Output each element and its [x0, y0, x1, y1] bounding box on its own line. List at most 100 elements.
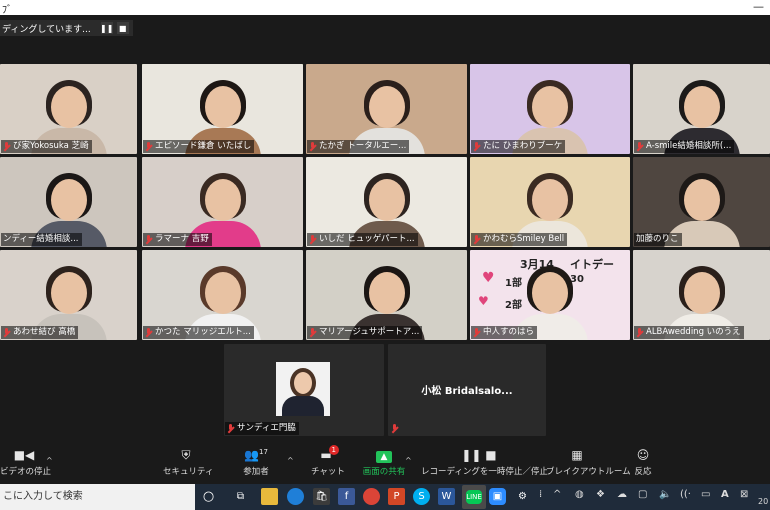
- participant-name: あわせ結び 高橋: [1, 326, 79, 339]
- participant-tile[interactable]: 加藤のりこ: [633, 157, 770, 247]
- edge-browser-icon[interactable]: [287, 488, 304, 505]
- skype-icon[interactable]: S: [413, 488, 430, 505]
- task-view-icon[interactable]: ⧉: [232, 488, 249, 505]
- muted-mic-icon: [3, 328, 10, 337]
- participant-name: 中人すのはら: [471, 326, 538, 339]
- muted-mic-icon: [636, 328, 643, 337]
- muted-mic-icon: [636, 142, 643, 151]
- tray-app-icon[interactable]: ◍: [575, 489, 584, 500]
- video-options-caret[interactable]: ^: [46, 456, 53, 465]
- participant-tile[interactable]: A-smile結婚相談所(...: [633, 64, 770, 154]
- participant-tile[interactable]: たかぎ トータルエー...: [306, 64, 467, 154]
- muted-mic-icon: [145, 328, 152, 337]
- ime-mode-icon[interactable]: A: [721, 489, 729, 500]
- participant-tile[interactable]: あわせ結び 高橋: [0, 250, 137, 340]
- participant-tile-kadowaki[interactable]: サンディエ門脇: [224, 344, 384, 436]
- participant-name: マリアージュサポートア...: [307, 326, 423, 339]
- participant-tile[interactable]: マリアージュサポートア...: [306, 250, 467, 340]
- participants-options-caret[interactable]: ^: [287, 456, 294, 465]
- muted-mic-icon: [227, 424, 234, 433]
- wifi-icon[interactable]: ((·: [680, 489, 691, 500]
- muted-mic-icon: [3, 142, 10, 151]
- window-titlebar: ﾌﾞ —: [0, 0, 770, 16]
- minimize-button[interactable]: —: [753, 0, 764, 13]
- facebook-icon[interactable]: f: [338, 488, 355, 505]
- tray-divider-icon: ⁞: [539, 489, 543, 500]
- participant-name: ALBAwedding いのうえ: [634, 326, 744, 339]
- chat-button[interactable]: ▬ 1 チャット: [311, 445, 345, 477]
- participant-name: かわむらSmiley Bell: [471, 233, 568, 246]
- participant-tile[interactable]: 3月14 イトデー 1部 2部 30 ♥ ♥ 中人すのはら: [470, 250, 630, 340]
- reactions-button[interactable]: ☺ 反応: [632, 448, 654, 477]
- store-icon[interactable]: 🛍: [313, 488, 330, 505]
- muted-mic-icon: [391, 424, 398, 433]
- security-button[interactable]: ⛨ セキュリティ: [163, 448, 214, 477]
- participant-name: び家Yokosuka 芝崎: [1, 140, 92, 153]
- participant-name: 加藤のりこ: [634, 233, 682, 246]
- volume-icon[interactable]: 🔈: [659, 489, 671, 500]
- muted-mic-icon: [473, 328, 480, 337]
- share-screen-icon: ▲: [361, 448, 407, 463]
- video-camera-icon: ■◀: [13, 448, 35, 462]
- participant-tile[interactable]: かつた マリッジエルト...: [142, 250, 303, 340]
- dropbox-icon[interactable]: ❖: [596, 489, 605, 500]
- participant-name: [389, 422, 404, 435]
- recording-indicator: ディングしています... ❚❚ ■: [0, 20, 133, 36]
- windows-taskbar: こに入力して検索 ○ ⧉ 🛍 f P S W LINE ▣ ⚙ ⁞ ^ ◍ ❖ …: [0, 484, 770, 510]
- zoom-app-icon[interactable]: ▣: [489, 488, 506, 505]
- people-icon: 👥17: [244, 448, 268, 462]
- participant-name: かつた マリッジエルト...: [143, 326, 254, 339]
- participants-button[interactable]: 👥17 参加者: [240, 448, 272, 477]
- notification-icon[interactable]: ⊠: [740, 489, 748, 500]
- participant-name: ンディー結婚相談...: [1, 233, 82, 246]
- file-explorer-icon[interactable]: [261, 488, 278, 505]
- participant-tile[interactable]: ラマーナ 吉野: [142, 157, 303, 247]
- chat-unread-badge: 1: [328, 445, 339, 455]
- participant-name: A-smile結婚相談所(...: [634, 140, 735, 153]
- participant-tile-komatsu[interactable]: 小松 Bridalsalo...: [388, 344, 546, 436]
- tray-monitor-icon[interactable]: ▢: [638, 489, 647, 500]
- participant-tile[interactable]: ALBAwedding いのうえ: [633, 250, 770, 340]
- show-hidden-icons-chevron[interactable]: ^: [553, 489, 561, 500]
- window-title: ﾌﾞ: [2, 5, 12, 16]
- stop-video-button[interactable]: ■◀ ビデオの停止: [0, 448, 51, 477]
- taskbar-search-input[interactable]: こに入力して検索: [0, 484, 195, 510]
- muted-mic-icon: [309, 142, 316, 151]
- participant-display-name: 小松 Bridalsalo...: [421, 386, 513, 397]
- participant-tile[interactable]: エピソード鎌倉 いたばし: [142, 64, 303, 154]
- participant-tile[interactable]: ンディー結婚相談...: [0, 157, 137, 247]
- participant-name: ラマーナ 吉野: [143, 233, 212, 246]
- muted-mic-icon: [145, 235, 152, 244]
- powerpoint-icon[interactable]: P: [388, 488, 405, 505]
- muted-mic-icon: [309, 235, 316, 244]
- recording-stop-button[interactable]: ■: [116, 22, 129, 34]
- settings-gear-icon[interactable]: ⚙: [514, 488, 531, 505]
- word-icon[interactable]: W: [438, 488, 455, 505]
- muted-mic-icon: [473, 142, 480, 151]
- onedrive-cloud-icon[interactable]: ☁: [617, 489, 627, 500]
- cortana-circle-icon[interactable]: ○: [200, 488, 217, 505]
- profile-photo: [276, 362, 330, 416]
- chrome-icon[interactable]: [363, 488, 380, 505]
- muted-mic-icon: [145, 142, 152, 151]
- chat-bubble-icon: ▬ 1: [319, 445, 339, 462]
- participant-name: エピソード鎌倉 いたばし: [143, 140, 255, 153]
- recording-pause-button[interactable]: ❚❚: [100, 22, 113, 34]
- muted-mic-icon: [473, 235, 480, 244]
- participant-name: たかぎ トータルエー...: [307, 140, 410, 153]
- share-options-caret[interactable]: ^: [405, 456, 412, 465]
- share-screen-button[interactable]: ▲ 画面の共有: [361, 448, 407, 477]
- participant-tile[interactable]: いしだ ヒュッゲパート...: [306, 157, 467, 247]
- line-app-icon[interactable]: LINE: [462, 485, 486, 509]
- recording-status: ディングしています...: [2, 24, 91, 35]
- taskbar-clock-year: 20: [758, 497, 769, 506]
- smiley-icon: ☺: [636, 448, 650, 462]
- battery-icon[interactable]: ▭: [701, 489, 710, 500]
- shield-icon: ⛨: [181, 448, 191, 462]
- breakout-rooms-button[interactable]: ▦ ブレイクアウトルーム: [546, 448, 631, 477]
- participant-tile[interactable]: かわむらSmiley Bell: [470, 157, 630, 247]
- participant-name: たに ひまわりブーケ: [471, 140, 566, 153]
- participant-tile[interactable]: び家Yokosuka 芝崎: [0, 64, 137, 154]
- recording-control-button[interactable]: ❚❚ ■ レコーディングを一時停止／停止: [421, 448, 548, 477]
- participant-tile[interactable]: たに ひまわりブーケ: [470, 64, 630, 154]
